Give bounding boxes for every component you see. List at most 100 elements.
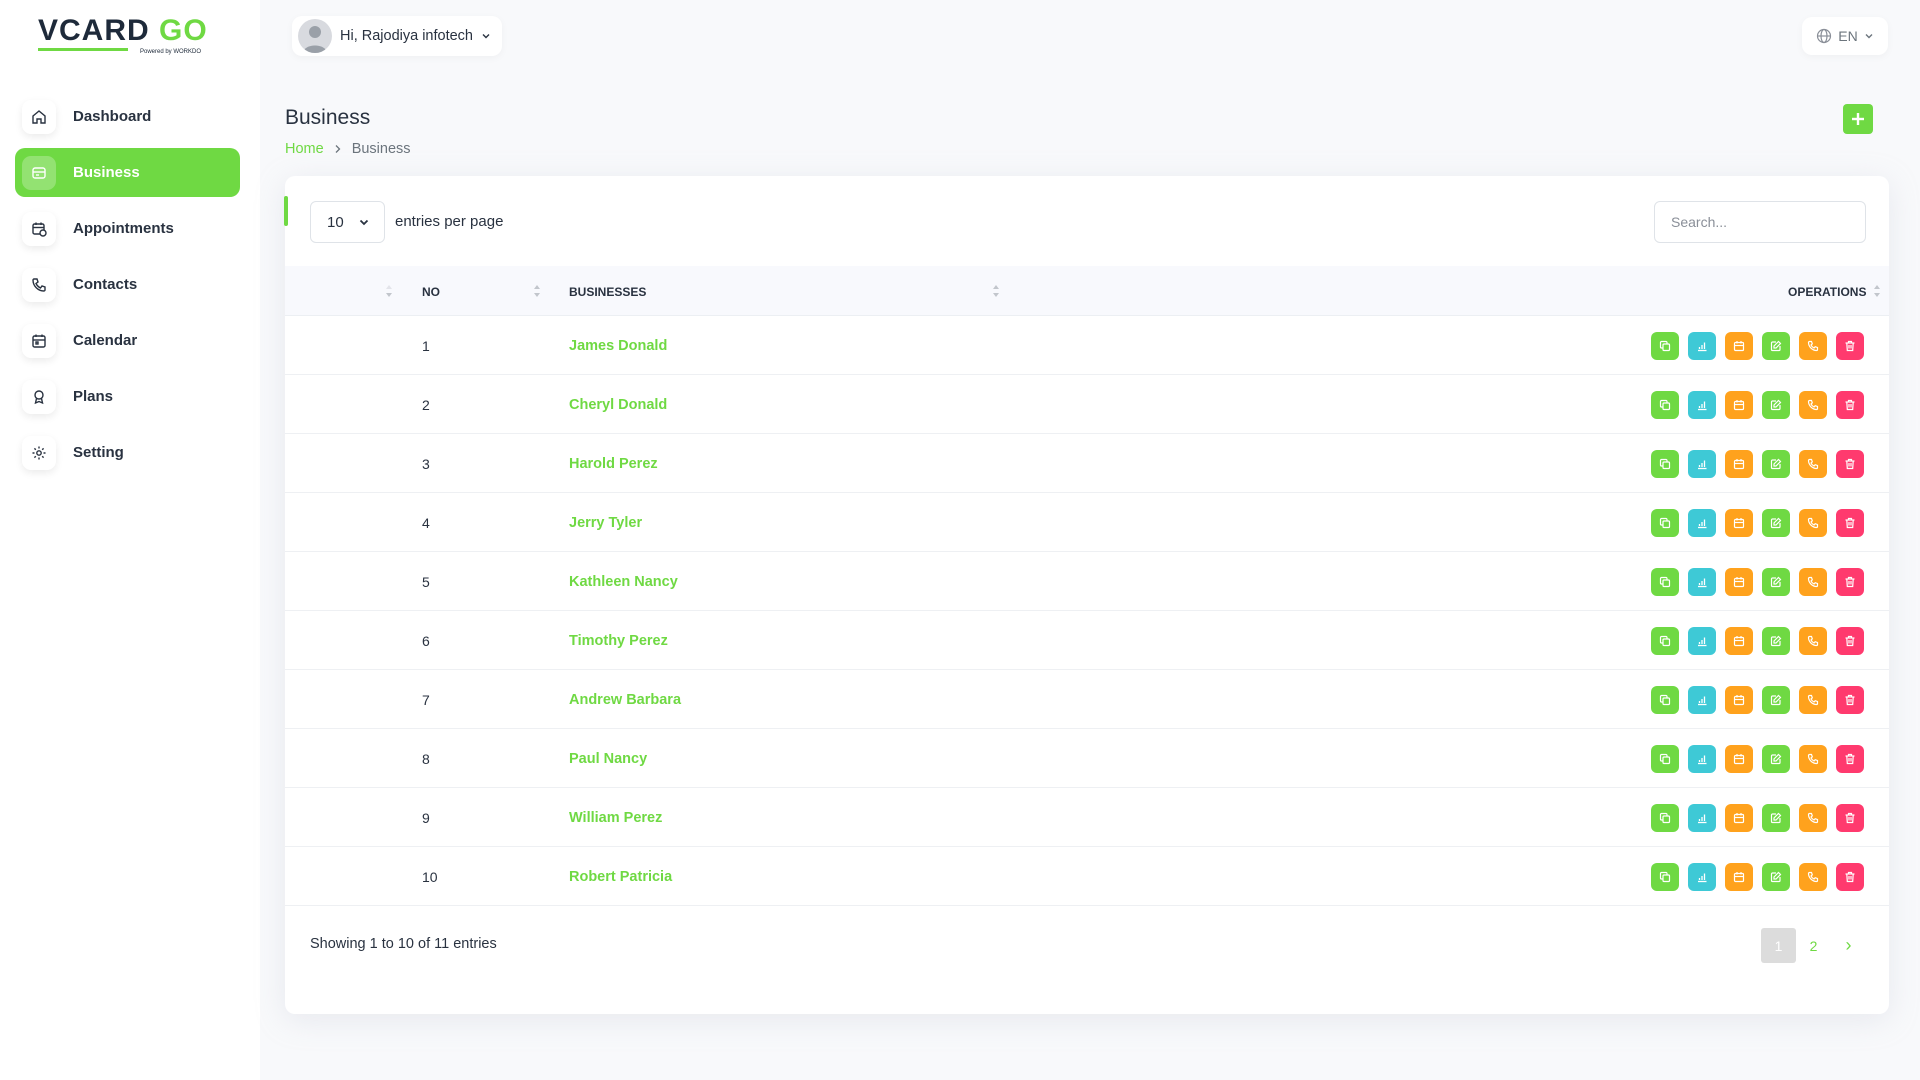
contacts-button[interactable] xyxy=(1799,686,1827,714)
duplicate-button[interactable] xyxy=(1651,627,1679,655)
contacts-button[interactable] xyxy=(1799,627,1827,655)
edit-button[interactable] xyxy=(1762,568,1790,596)
business-name-link[interactable]: Kathleen Nancy xyxy=(569,574,678,590)
analytics-button[interactable] xyxy=(1688,450,1716,478)
analytics-button[interactable] xyxy=(1688,509,1716,537)
duplicate-button[interactable] xyxy=(1651,509,1679,537)
contacts-button[interactable] xyxy=(1799,509,1827,537)
table-row: 2 Cheryl Donald xyxy=(285,375,1889,434)
column-header-businesses[interactable]: BUSINESSES xyxy=(569,285,646,299)
delete-button[interactable] xyxy=(1836,450,1864,478)
page-1-button[interactable]: 1 xyxy=(1761,928,1796,963)
business-name-link[interactable]: James Donald xyxy=(569,338,667,354)
page-2-button[interactable]: 2 xyxy=(1796,928,1831,963)
edit-button[interactable] xyxy=(1762,332,1790,360)
sidebar-item-business[interactable]: Business xyxy=(15,148,240,197)
contacts-button[interactable] xyxy=(1799,450,1827,478)
sidebar-item-dashboard[interactable]: Dashboard xyxy=(15,92,240,141)
duplicate-button[interactable] xyxy=(1651,804,1679,832)
analytics-button[interactable] xyxy=(1688,745,1716,773)
analytics-button[interactable] xyxy=(1688,391,1716,419)
duplicate-button[interactable] xyxy=(1651,332,1679,360)
contacts-button[interactable] xyxy=(1799,332,1827,360)
contacts-button[interactable] xyxy=(1799,568,1827,596)
user-menu[interactable]: Hi, Rajodiya infotech xyxy=(292,16,502,56)
next-page-button[interactable]: › xyxy=(1831,928,1866,963)
language-menu[interactable]: EN xyxy=(1802,17,1888,55)
delete-button[interactable] xyxy=(1836,568,1864,596)
business-name-link[interactable]: Robert Patricia xyxy=(569,869,672,885)
business-name-link[interactable]: William Perez xyxy=(569,810,662,826)
edit-button[interactable] xyxy=(1762,745,1790,773)
appointments-button[interactable] xyxy=(1725,745,1753,773)
delete-button[interactable] xyxy=(1836,391,1864,419)
analytics-button[interactable] xyxy=(1688,568,1716,596)
appointments-button[interactable] xyxy=(1725,627,1753,655)
edit-button[interactable] xyxy=(1762,509,1790,537)
contacts-button[interactable] xyxy=(1799,863,1827,891)
sidebar-item-calendar[interactable]: Calendar xyxy=(15,316,240,365)
analytics-button[interactable] xyxy=(1688,627,1716,655)
duplicate-button[interactable] xyxy=(1651,686,1679,714)
delete-button[interactable] xyxy=(1836,686,1864,714)
delete-button[interactable] xyxy=(1836,745,1864,773)
delete-button[interactable] xyxy=(1836,627,1864,655)
delete-button[interactable] xyxy=(1836,863,1864,891)
appointments-button[interactable] xyxy=(1725,804,1753,832)
sidebar-item-label: Appointments xyxy=(73,220,174,237)
row-operations xyxy=(1651,627,1864,655)
sidebar-item-contacts[interactable]: Contacts xyxy=(15,260,240,309)
trash-icon xyxy=(1844,753,1856,765)
appointments-button[interactable] xyxy=(1725,568,1753,596)
sidebar-item-setting[interactable]: Setting xyxy=(15,428,240,477)
appointments-button[interactable] xyxy=(1725,450,1753,478)
sort-icon[interactable] xyxy=(385,283,393,299)
contacts-button[interactable] xyxy=(1799,804,1827,832)
delete-button[interactable] xyxy=(1836,332,1864,360)
breadcrumb-home-link[interactable]: Home xyxy=(285,141,324,157)
business-name-link[interactable]: Harold Perez xyxy=(569,456,658,472)
entries-per-page-select[interactable]: 10 xyxy=(310,201,385,243)
business-name-link[interactable]: Andrew Barbara xyxy=(569,692,681,708)
duplicate-button[interactable] xyxy=(1651,745,1679,773)
sort-icon[interactable] xyxy=(1873,283,1881,299)
business-name-link[interactable]: Paul Nancy xyxy=(569,751,647,767)
edit-button[interactable] xyxy=(1762,686,1790,714)
appointments-button[interactable] xyxy=(1725,391,1753,419)
sort-icon[interactable] xyxy=(533,283,541,299)
edit-button[interactable] xyxy=(1762,627,1790,655)
appointments-button[interactable] xyxy=(1725,332,1753,360)
analytics-button[interactable] xyxy=(1688,863,1716,891)
business-name-link[interactable]: Cheryl Donald xyxy=(569,397,667,413)
analytics-button[interactable] xyxy=(1688,804,1716,832)
chart-icon xyxy=(1696,871,1708,883)
edit-icon xyxy=(1770,753,1782,765)
edit-button[interactable] xyxy=(1762,804,1790,832)
sidebar-item-appointments[interactable]: Appointments xyxy=(15,204,240,253)
appointments-button[interactable] xyxy=(1725,863,1753,891)
chevron-down-icon xyxy=(1864,31,1874,41)
analytics-button[interactable] xyxy=(1688,332,1716,360)
search-input[interactable] xyxy=(1654,201,1866,243)
duplicate-button[interactable] xyxy=(1651,863,1679,891)
add-business-button[interactable] xyxy=(1843,104,1873,134)
edit-button[interactable] xyxy=(1762,450,1790,478)
delete-button[interactable] xyxy=(1836,509,1864,537)
appointments-button[interactable] xyxy=(1725,509,1753,537)
duplicate-button[interactable] xyxy=(1651,391,1679,419)
delete-button[interactable] xyxy=(1836,804,1864,832)
business-name-link[interactable]: Jerry Tyler xyxy=(569,515,642,531)
edit-button[interactable] xyxy=(1762,863,1790,891)
analytics-button[interactable] xyxy=(1688,686,1716,714)
business-name-link[interactable]: Timothy Perez xyxy=(569,633,668,649)
duplicate-button[interactable] xyxy=(1651,568,1679,596)
contacts-button[interactable] xyxy=(1799,391,1827,419)
column-header-no[interactable]: NO xyxy=(422,285,440,299)
edit-button[interactable] xyxy=(1762,391,1790,419)
contacts-button[interactable] xyxy=(1799,745,1827,773)
appointments-button[interactable] xyxy=(1725,686,1753,714)
sidebar-item-plans[interactable]: Plans xyxy=(15,372,240,421)
duplicate-button[interactable] xyxy=(1651,450,1679,478)
sort-icon[interactable] xyxy=(992,283,1000,299)
brand-logo[interactable]: VCARD GO Powered by WORKDO xyxy=(38,12,220,58)
